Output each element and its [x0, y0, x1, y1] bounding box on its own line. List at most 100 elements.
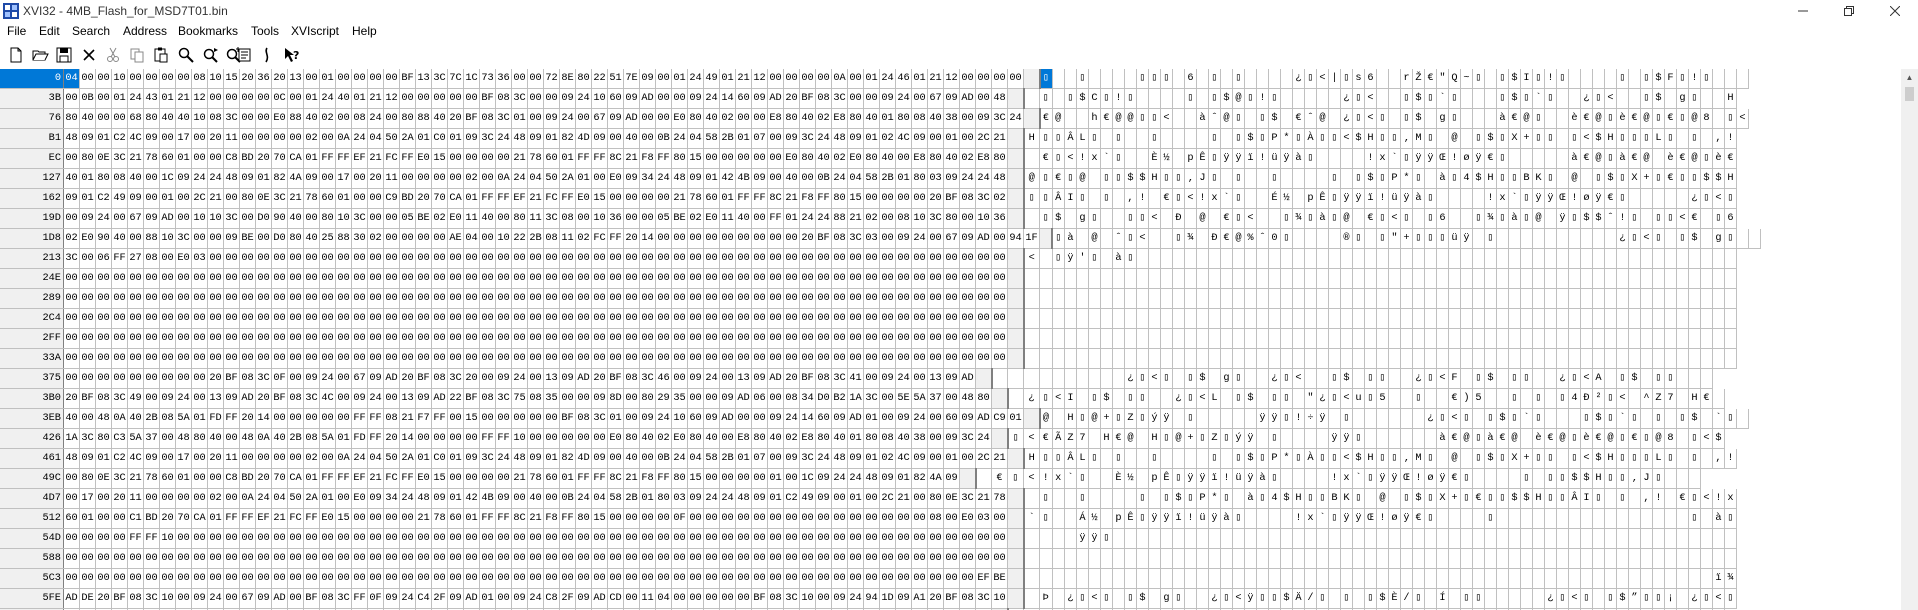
- text-char[interactable]: ▯: [1520, 188, 1533, 209]
- hex-byte[interactable]: 00: [79, 548, 96, 569]
- text-char[interactable]: €: [1664, 168, 1677, 189]
- hex-byte[interactable]: 08: [95, 388, 112, 409]
- hex-byte[interactable]: 00: [719, 508, 736, 529]
- text-char[interactable]: [1268, 69, 1281, 89]
- text-char[interactable]: x: [1724, 488, 1737, 509]
- text-char[interactable]: [1316, 568, 1329, 589]
- hex-byte[interactable]: 00: [575, 248, 592, 269]
- hex-byte[interactable]: FC: [591, 228, 608, 249]
- hex-byte[interactable]: 02: [959, 148, 976, 169]
- text-char[interactable]: $: [1592, 128, 1605, 149]
- text-char[interactable]: [991, 368, 1008, 389]
- text-char[interactable]: [1460, 288, 1473, 309]
- hex-byte[interactable]: 09: [783, 128, 800, 149]
- text-char[interactable]: ▯: [1436, 408, 1449, 429]
- text-char[interactable]: [1388, 308, 1401, 329]
- hex-byte[interactable]: 00: [719, 348, 736, 369]
- hex-byte[interactable]: 00: [767, 69, 784, 89]
- hex-byte[interactable]: 00: [527, 408, 544, 429]
- hex-byte[interactable]: 00: [783, 348, 800, 369]
- hex-byte[interactable]: 21: [847, 208, 864, 229]
- text-char[interactable]: [1268, 288, 1281, 309]
- text-char[interactable]: +: [1520, 448, 1533, 469]
- hex-byte[interactable]: 80: [575, 508, 592, 529]
- hex-byte[interactable]: 00: [815, 508, 832, 529]
- hex-byte[interactable]: 00: [671, 568, 688, 589]
- hex-byte[interactable]: 00: [223, 308, 240, 329]
- text-char[interactable]: ¿: [1688, 588, 1701, 609]
- hex-byte[interactable]: 00: [223, 188, 240, 209]
- text-char[interactable]: [1376, 88, 1389, 109]
- text-char[interactable]: [1412, 428, 1425, 449]
- hex-byte[interactable]: 00: [687, 328, 704, 349]
- text-char[interactable]: @: [1592, 108, 1605, 129]
- hex-byte[interactable]: 09: [911, 128, 928, 149]
- text-char[interactable]: [1520, 288, 1533, 309]
- hex-byte[interactable]: 00: [159, 348, 176, 369]
- text-char[interactable]: [1304, 308, 1317, 329]
- text-char[interactable]: [1023, 268, 1040, 289]
- hex-byte[interactable]: 00: [207, 528, 224, 549]
- hex-byte[interactable]: 01: [511, 108, 528, 129]
- text-char[interactable]: [1496, 388, 1509, 409]
- text-char[interactable]: ▯: [1688, 88, 1701, 109]
- text-char[interactable]: [1364, 408, 1377, 429]
- text-char[interactable]: [1472, 348, 1485, 369]
- hex-byte[interactable]: 00: [271, 268, 288, 289]
- hex-byte[interactable]: 00: [207, 248, 224, 269]
- text-char[interactable]: [1256, 348, 1269, 369]
- text-char[interactable]: [1724, 69, 1737, 89]
- hex-byte[interactable]: 00: [463, 88, 480, 109]
- hex-byte[interactable]: 80: [847, 108, 864, 129]
- text-char[interactable]: !: [1076, 148, 1089, 169]
- text-char[interactable]: F: [1664, 69, 1677, 89]
- hex-byte[interactable]: 00: [751, 328, 768, 349]
- hex-byte[interactable]: 00: [351, 188, 368, 209]
- text-char[interactable]: [1148, 188, 1161, 209]
- text-char[interactable]: [1136, 348, 1149, 369]
- hex-byte[interactable]: 0A: [111, 408, 128, 429]
- hex-byte[interactable]: E0: [351, 488, 368, 509]
- text-char[interactable]: ▯: [1039, 448, 1053, 469]
- hex-byte[interactable]: AD: [959, 88, 976, 109]
- hex-byte[interactable]: 2F: [431, 588, 448, 609]
- hex-byte[interactable]: 20: [783, 368, 800, 389]
- hex-byte[interactable]: 00: [191, 268, 208, 289]
- hex-byte[interactable]: 00: [447, 428, 464, 449]
- text-char[interactable]: [1364, 348, 1377, 369]
- hex-byte[interactable]: 09: [367, 488, 384, 509]
- hex-byte[interactable]: 00: [111, 368, 128, 389]
- text-char[interactable]: $: [1124, 168, 1137, 189]
- text-char[interactable]: [1472, 268, 1485, 289]
- text-char[interactable]: ­: [1700, 88, 1713, 109]
- text-char[interactable]: ▯: [1124, 228, 1137, 249]
- text-char[interactable]: [1460, 448, 1473, 469]
- hex-byte[interactable]: 00: [975, 348, 992, 369]
- text-char[interactable]: [1076, 268, 1089, 289]
- text-char[interactable]: €: [1544, 428, 1557, 449]
- text-char[interactable]: €: [1628, 148, 1641, 169]
- text-char[interactable]: [1052, 488, 1065, 509]
- text-char[interactable]: [1304, 248, 1317, 269]
- text-char[interactable]: ▯: [1640, 588, 1653, 609]
- hex-byte[interactable]: 00: [319, 348, 336, 369]
- text-char[interactable]: [1023, 288, 1040, 309]
- text-char[interactable]: [1352, 208, 1365, 229]
- hex-byte[interactable]: 00: [543, 288, 560, 309]
- text-char[interactable]: ¿: [1340, 108, 1353, 129]
- hex-byte[interactable]: 00: [271, 528, 288, 549]
- hex-byte[interactable]: 00: [255, 88, 272, 109]
- hex-byte[interactable]: 78: [991, 488, 1008, 509]
- text-char[interactable]: @: [1124, 428, 1137, 449]
- hex-byte[interactable]: FF: [143, 528, 160, 549]
- hex-byte[interactable]: 01: [319, 488, 336, 509]
- hex-byte[interactable]: 00: [623, 268, 640, 289]
- hex-byte[interactable]: 00: [527, 428, 544, 449]
- text-char[interactable]: [1448, 328, 1461, 349]
- text-char[interactable]: $: [1592, 448, 1605, 469]
- hex-byte[interactable]: 00: [255, 348, 272, 369]
- hex-byte[interactable]: 00: [447, 268, 464, 289]
- text-char[interactable]: [1544, 508, 1557, 529]
- hex-byte[interactable]: 00: [767, 348, 784, 369]
- hex-byte[interactable]: 24: [831, 168, 848, 189]
